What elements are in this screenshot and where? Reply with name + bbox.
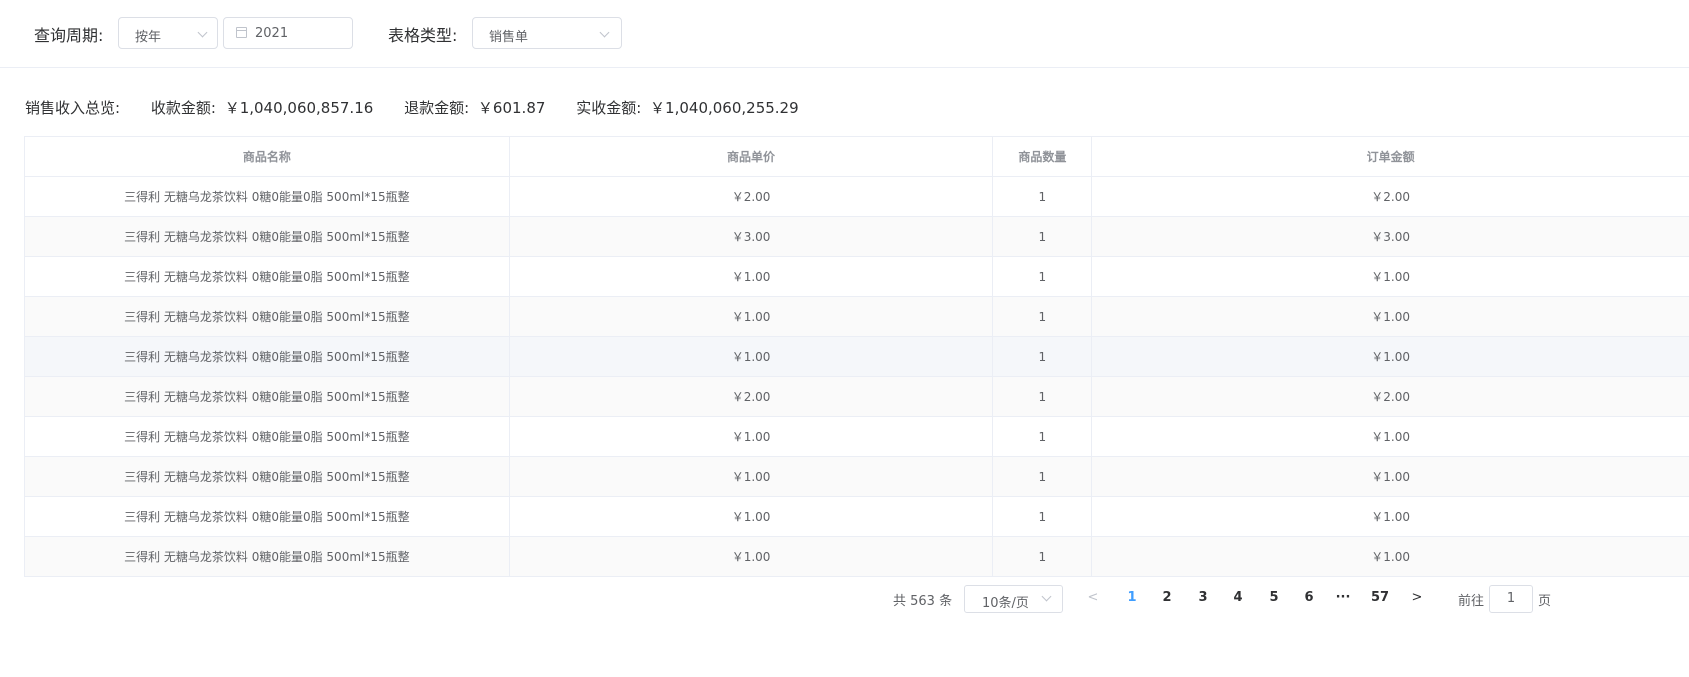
refund-label: 退款金额: [404, 99, 470, 117]
cell-quantity: 1 [993, 297, 1093, 336]
cell-unit-price: ￥1.00 [510, 457, 994, 496]
goto-suffix: 页 [1538, 594, 1552, 609]
filter-bar: 查询周期: 按年 2021 表格类型: 销售单 [0, 0, 1689, 68]
cell-order-amount: ￥2.00 [1371, 190, 1411, 204]
page-size-value: 10条/页 [982, 596, 1029, 611]
page-size-select[interactable]: 10条/页 [964, 585, 1063, 613]
more-pages-button[interactable]: ··· [1333, 590, 1353, 605]
cell-quantity: 1 [993, 417, 1093, 456]
table-row[interactable]: 三得利 无糖乌龙茶饮料 0糖0能量0脂 500ml*15瓶整 ￥1.00 1 ￥1.0… [25, 297, 1689, 337]
page-button-1[interactable]: 1 [1122, 590, 1142, 605]
refund-value: ￥601.87 [477, 99, 546, 117]
type-select-value: 销售单 [489, 30, 529, 45]
calendar-icon [236, 27, 247, 38]
cell-product-name: 三得利 无糖乌龙茶饮料 0糖0能量0脂 500ml*15瓶整 [25, 177, 510, 216]
cell-unit-price: ￥1.00 [510, 337, 994, 376]
cell-quantity: 1 [993, 257, 1093, 296]
cell-order-amount: ￥1.00 [1371, 310, 1411, 324]
page-button-2[interactable]: 2 [1157, 590, 1177, 605]
header-unit-price: 商品单价 [510, 137, 994, 176]
cell-product-name: 三得利 无糖乌龙茶饮料 0糖0能量0脂 500ml*15瓶整 [25, 337, 510, 376]
cell-unit-price: ￥1.00 [510, 297, 994, 336]
next-page-button[interactable]: > [1407, 590, 1427, 605]
table-body: 三得利 无糖乌龙茶饮料 0糖0能量0脂 500ml*15瓶整 ￥2.00 1 ￥2.0… [25, 177, 1689, 577]
period-label: 查询周期: [34, 26, 104, 45]
received-label: 收款金额: [150, 99, 216, 117]
cell-unit-price: ￥1.00 [510, 497, 994, 536]
cell-product-name: 三得利 无糖乌龙茶饮料 0糖0能量0脂 500ml*15瓶整 [25, 537, 510, 576]
pagination: 共 563 条 10条/页 < 123456 ··· 57 > 前往 1 页 [0, 585, 1689, 613]
page-button-6[interactable]: 6 [1299, 590, 1319, 605]
type-label: 表格类型: [388, 26, 458, 45]
table-row[interactable]: 三得利 无糖乌龙茶饮料 0糖0能量0脂 500ml*15瓶整 ￥1.00 1 ￥1.0… [25, 497, 1689, 537]
period-select[interactable]: 按年 [118, 17, 218, 49]
year-picker[interactable]: 2021 [223, 17, 353, 49]
cell-order-amount: ￥3.00 [1371, 230, 1411, 244]
cell-order-amount: ￥1.00 [1371, 270, 1411, 284]
table-row[interactable]: 三得利 无糖乌龙茶饮料 0糖0能量0脂 500ml*15瓶整 ￥2.00 1 ￥2.0… [25, 377, 1689, 417]
goto-page-input[interactable]: 1 [1489, 585, 1533, 613]
total-count: 共 563 条 [893, 594, 953, 609]
page-button-4[interactable]: 4 [1228, 590, 1248, 605]
table-row[interactable]: 三得利 无糖乌龙茶饮料 0糖0能量0脂 500ml*15瓶整 ￥2.00 1 ￥2.0… [25, 177, 1689, 217]
cell-order-amount: ￥1.00 [1371, 430, 1411, 444]
cell-unit-price: ￥1.00 [510, 257, 994, 296]
sales-summary: 销售收入总览: 收款金额: ￥1,040,060,857.16 退款金额: ￥6… [25, 97, 803, 118]
cell-quantity: 1 [993, 217, 1093, 256]
cell-quantity: 1 [993, 497, 1093, 536]
chevron-down-icon [599, 27, 610, 38]
table-row[interactable]: 三得利 无糖乌龙茶饮料 0糖0能量0脂 500ml*15瓶整 ￥1.00 1 ￥1.0… [25, 537, 1689, 577]
header-order-amount: 订单金额 [1366, 150, 1415, 164]
type-select[interactable]: 销售单 [472, 17, 622, 49]
header-product-name: 商品名称 [25, 137, 510, 176]
cell-quantity: 1 [993, 337, 1093, 376]
cell-product-name: 三得利 无糖乌龙茶饮料 0糖0能量0脂 500ml*15瓶整 [25, 217, 510, 256]
sales-table: 商品名称 商品单价 商品数量 订单金额 三得利 无糖乌龙茶饮料 0糖0能量0脂 … [24, 136, 1689, 577]
page-button-last[interactable]: 57 [1370, 590, 1390, 605]
cell-order-amount: ￥1.00 [1371, 510, 1411, 524]
prev-page-button[interactable]: < [1083, 590, 1103, 605]
cell-unit-price: ￥3.00 [510, 217, 994, 256]
cell-product-name: 三得利 无糖乌龙茶饮料 0糖0能量0脂 500ml*15瓶整 [25, 457, 510, 496]
actual-label: 实收金额: [576, 99, 642, 117]
received-value: ￥1,040,060,857.16 [224, 99, 374, 117]
chevron-down-icon [197, 27, 208, 38]
cell-product-name: 三得利 无糖乌龙茶饮料 0糖0能量0脂 500ml*15瓶整 [25, 497, 510, 536]
cell-unit-price: ￥2.00 [510, 377, 994, 416]
cell-unit-price: ￥1.00 [510, 537, 994, 576]
table-row[interactable]: 三得利 无糖乌龙茶饮料 0糖0能量0脂 500ml*15瓶整 ￥1.00 1 ￥1.0… [25, 337, 1689, 377]
cell-order-amount: ￥1.00 [1371, 470, 1411, 484]
period-select-value: 按年 [135, 30, 162, 45]
header-quantity: 商品数量 [993, 137, 1093, 176]
cell-product-name: 三得利 无糖乌龙茶饮料 0糖0能量0脂 500ml*15瓶整 [25, 377, 510, 416]
table-row[interactable]: 三得利 无糖乌龙茶饮料 0糖0能量0脂 500ml*15瓶整 ￥1.00 1 ￥1.0… [25, 417, 1689, 457]
goto-label: 前往 [1458, 594, 1485, 609]
table-row[interactable]: 三得利 无糖乌龙茶饮料 0糖0能量0脂 500ml*15瓶整 ￥1.00 1 ￥1.0… [25, 257, 1689, 297]
cell-quantity: 1 [993, 177, 1093, 216]
actual-value: ￥1,040,060,255.29 [650, 99, 799, 117]
cell-quantity: 1 [993, 537, 1093, 576]
cell-product-name: 三得利 无糖乌龙茶饮料 0糖0能量0脂 500ml*15瓶整 [25, 297, 510, 336]
cell-unit-price: ￥1.00 [510, 417, 994, 456]
table-row[interactable]: 三得利 无糖乌龙茶饮料 0糖0能量0脂 500ml*15瓶整 ￥1.00 1 ￥1.0… [25, 457, 1689, 497]
cell-order-amount: ￥2.00 [1371, 390, 1411, 404]
page-button-5[interactable]: 5 [1264, 590, 1284, 605]
table-row[interactable]: 三得利 无糖乌龙茶饮料 0糖0能量0脂 500ml*15瓶整 ￥3.00 1 ￥3.0… [25, 217, 1689, 257]
summary-title: 销售收入总览: [25, 99, 121, 117]
year-value: 2021 [255, 26, 289, 41]
chevron-down-icon [1041, 591, 1052, 602]
cell-order-amount: ￥1.00 [1371, 350, 1411, 364]
cell-product-name: 三得利 无糖乌龙茶饮料 0糖0能量0脂 500ml*15瓶整 [25, 417, 510, 456]
cell-quantity: 1 [993, 377, 1093, 416]
page-button-3[interactable]: 3 [1193, 590, 1213, 605]
table-header-row: 商品名称 商品单价 商品数量 订单金额 [25, 137, 1689, 177]
cell-order-amount: ￥1.00 [1371, 550, 1411, 564]
cell-product-name: 三得利 无糖乌龙茶饮料 0糖0能量0脂 500ml*15瓶整 [25, 257, 510, 296]
cell-unit-price: ￥2.00 [510, 177, 994, 216]
cell-quantity: 1 [993, 457, 1093, 496]
